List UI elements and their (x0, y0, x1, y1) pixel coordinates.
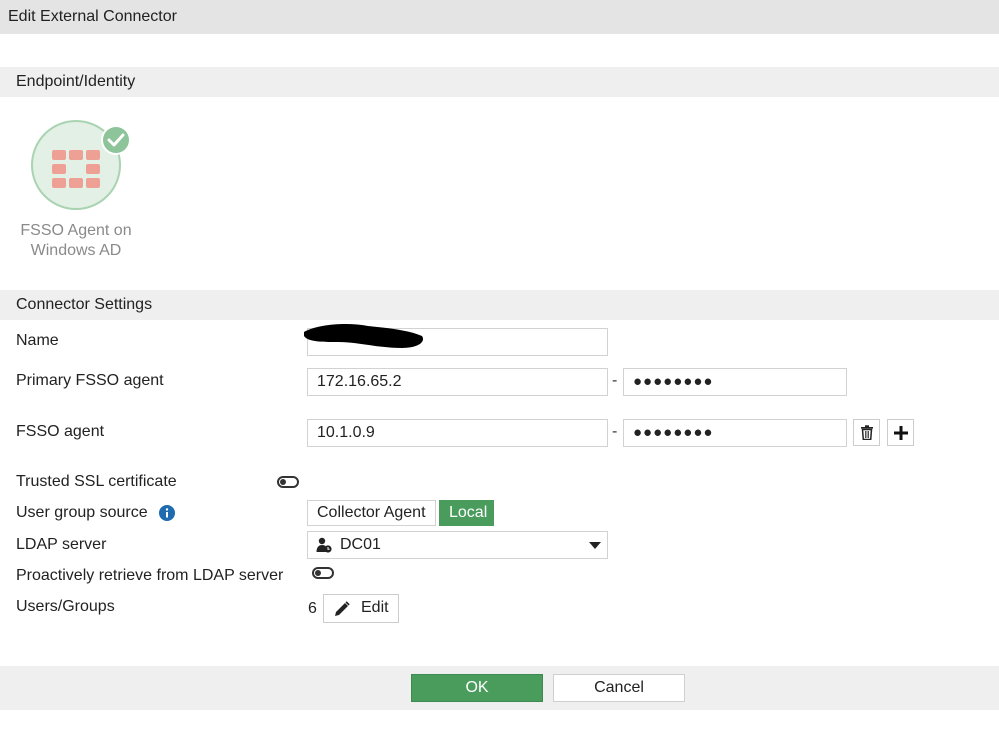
edit-label: Edit (361, 599, 389, 616)
primary-agent-password-input[interactable]: ●●●●●●●● (623, 368, 847, 396)
connector-type-label: FSSO Agent on Windows AD (10, 221, 142, 261)
trash-icon (860, 425, 873, 440)
ldap-server-value: DC01 (340, 536, 381, 553)
plus-icon (893, 425, 908, 440)
primary-agent-ip-input[interactable]: 172.16.65.2 (307, 368, 608, 396)
ldap-server-label: LDAP server (16, 536, 107, 553)
name-label: Name (16, 332, 59, 349)
segment-collector-agent[interactable]: Collector Agent (307, 500, 436, 526)
primary-agent-label: Primary FSSO agent (16, 372, 164, 389)
section-title-settings: Connector Settings (16, 296, 153, 313)
cancel-button[interactable]: Cancel (553, 674, 685, 702)
add-agent-button[interactable] (887, 419, 914, 446)
dialog-titlebar: Edit External Connector (0, 0, 999, 34)
segment-local[interactable]: Local (439, 500, 494, 526)
users-groups-edit-button[interactable]: Edit (323, 594, 399, 623)
users-groups-count: 6 (308, 600, 317, 617)
proactive-label: Proactively retrieve from LDAP server (16, 567, 284, 584)
proactive-toggle[interactable] (312, 567, 334, 579)
agent-ip-input[interactable]: 10.1.0.9 (307, 419, 608, 447)
connector-type-line1: FSSO Agent on (20, 222, 132, 239)
section-header-endpoint: Endpoint/Identity (0, 67, 999, 97)
agent-separator: - (612, 423, 618, 440)
connector-type-line2: Windows AD (30, 242, 122, 259)
user-group-source-label: User group source (16, 504, 148, 521)
connector-type-card (30, 120, 131, 212)
ok-button[interactable]: OK (411, 674, 543, 702)
fsso-agent-icon (31, 120, 131, 210)
primary-agent-separator: - (612, 372, 618, 389)
users-groups-label: Users/Groups (16, 598, 115, 615)
redaction-mark (304, 324, 424, 348)
section-header-settings: Connector Settings (0, 290, 999, 320)
dialog-title: Edit External Connector (8, 8, 177, 25)
ldap-server-select[interactable]: DC01 (307, 531, 608, 559)
agent-label: FSSO agent (16, 423, 105, 440)
chevron-down-icon (589, 542, 601, 549)
delete-agent-button[interactable] (853, 419, 880, 446)
info-icon[interactable] (159, 505, 175, 521)
pencil-icon (335, 601, 350, 616)
ldap-user-icon (316, 537, 332, 553)
section-title-endpoint: Endpoint/Identity (16, 73, 136, 90)
trusted-ssl-label: Trusted SSL certificate (16, 473, 177, 490)
agent-password-input[interactable]: ●●●●●●●● (623, 419, 847, 447)
trusted-ssl-toggle[interactable] (277, 476, 299, 488)
